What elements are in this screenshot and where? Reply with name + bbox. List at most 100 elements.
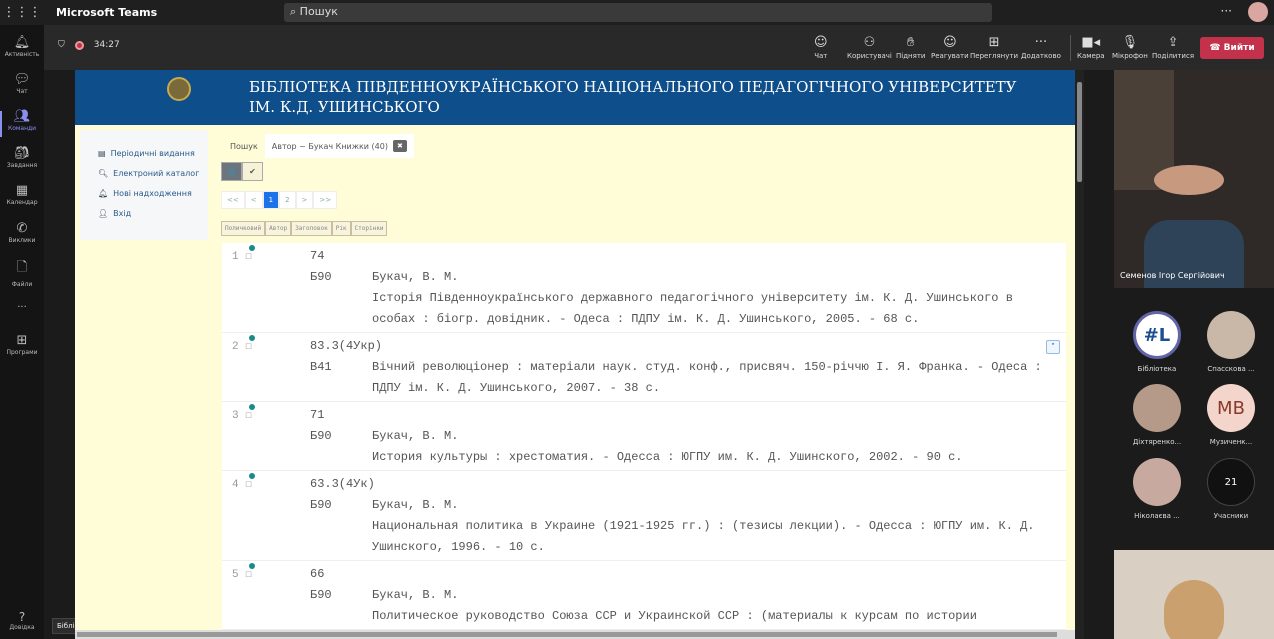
control-label: Поділитися (1152, 52, 1195, 60)
rail-assignments[interactable]: 🎒︎ Завдання (0, 146, 44, 169)
avatar (1133, 384, 1181, 432)
record-number[interactable]: 2 ☐ (232, 339, 252, 353)
react-button[interactable]: ☺ Реагувати (931, 35, 969, 60)
author: Букач, В. М. (372, 588, 459, 602)
rail-chat[interactable]: 💬︎ Чат (0, 72, 44, 95)
teams-title-bar: ⋮⋮⋮ Microsoft Teams ⌕ Пошук ··· (0, 0, 1274, 25)
recording-icon (74, 40, 84, 50)
copy-icon[interactable]: ▪ (1046, 340, 1060, 354)
mic-button[interactable]: 🎙︎ Мікрофон (1112, 35, 1148, 60)
people-button[interactable]: ⚇ Користувачі (847, 35, 892, 60)
vertical-scrollbar[interactable] (1075, 70, 1084, 639)
title-line: ІМ. К.Д. УШИНСЬКОГО (249, 98, 440, 116)
horizontal-scrollbar[interactable] (75, 630, 1075, 639)
participant-tile[interactable]: Ніколаєва ... (1122, 458, 1192, 520)
description: Политическое руководство Союза ССР и Укр… (372, 609, 977, 623)
sort-shelf[interactable]: Поличковий (221, 221, 266, 236)
leave-button[interactable]: ☎ Вийти (1200, 37, 1264, 59)
help-button[interactable]: ? Довідка (0, 610, 44, 631)
search-input[interactable]: ⌕ Пошук (284, 3, 992, 22)
rail-more[interactable]: ··· (0, 302, 44, 313)
participant-tile[interactable]: #L Бібліотека (1122, 311, 1192, 373)
face (1154, 165, 1224, 195)
avatar (1207, 311, 1255, 359)
page-1[interactable]: 1 (262, 191, 280, 209)
raise-hand-button[interactable]: ✋︎ Підняти (896, 35, 925, 60)
rail-label: Активність (4, 51, 40, 58)
author: Букач, В. М. (372, 270, 459, 284)
page-prev[interactable]: < (244, 191, 263, 209)
people-icon: ⚇ (863, 35, 876, 50)
rail-files[interactable]: 🗋 Файли (0, 258, 44, 288)
results-list: 1 ☐ 74 Б90 Букач, В. М. Історія Південноу… (222, 243, 1066, 630)
self-video[interactable] (1114, 550, 1274, 639)
main-video[interactable]: Семенов Ігор Сергійович (1114, 70, 1274, 288)
sort-author[interactable]: Автор (265, 221, 292, 236)
chat-button[interactable]: ☺ Чат (814, 35, 828, 60)
close-icon[interactable]: ✖ (392, 140, 407, 152)
control-label: Додатково (1021, 52, 1061, 60)
rail-apps[interactable]: ⊞ Програми (0, 333, 44, 356)
app-launcher-icon[interactable]: ⋮⋮⋮ (0, 5, 44, 20)
participant-tile[interactable]: Діхтяренко... (1122, 384, 1192, 446)
view-button[interactable]: ⊞ Переглянути (970, 35, 1018, 60)
select-all-button[interactable]: ✔ (242, 162, 263, 181)
record-number[interactable]: 1 ☐ (232, 249, 252, 263)
menu-label: Електроний каталог (113, 169, 200, 178)
menu-login[interactable]: 👤︎ Вхід (80, 204, 208, 224)
page-2[interactable]: 2 (279, 191, 296, 209)
tab-search[interactable]: Пошук (223, 136, 265, 157)
participants-button[interactable]: 21 Учасники (1196, 458, 1266, 520)
list-item: 5 ☐ 66 Б90 Букач, В. М. Политическое руко… (222, 561, 1066, 630)
page-next[interactable]: > (295, 191, 314, 209)
rail-label: Виклики (8, 237, 36, 244)
menu-catalog[interactable]: 🔍︎ Електроний каталог (80, 164, 208, 184)
avatar: #L (1133, 311, 1181, 359)
menu-periodicals[interactable]: ▤ Періодичні видання (80, 144, 208, 164)
sort-year[interactable]: Рік (331, 221, 351, 236)
share-button[interactable]: ⇪ Поділитися (1152, 35, 1194, 60)
apps-icon: ⊞ (16, 333, 28, 348)
control-label: Користувачі (847, 52, 892, 60)
rail-activity[interactable]: 🔔︎ Активність (0, 35, 44, 58)
participant-tile[interactable]: Спасскова ... (1196, 311, 1266, 373)
sort-pages[interactable]: Сторінки (350, 221, 388, 236)
participant-name: Учасники (1213, 512, 1249, 520)
scroll-thumb[interactable] (1077, 82, 1082, 182)
page-first[interactable]: << (221, 191, 245, 209)
shield-icon: ⛉ (58, 40, 65, 50)
menu-label: Нові надходження (113, 189, 192, 198)
description: Национальная политика в Украине (1921-19… (372, 519, 1035, 554)
tab-results[interactable]: Автор ~ Букач Книжки (40) ✖ (264, 134, 414, 158)
site-sidebar: ▤ Періодичні видання 🔍︎ Електроний каталог… (80, 130, 208, 240)
shelf-code: 83.3(4Укр) (310, 339, 383, 353)
more-options-button[interactable]: ··· (1221, 4, 1232, 18)
participant-tile[interactable]: MB Музиченк... (1196, 384, 1266, 446)
author-code: Б90 (310, 270, 332, 284)
record-number[interactable]: 4 ☐ (232, 477, 252, 491)
scroll-thumb[interactable] (77, 632, 1057, 637)
app-name: Microsoft Teams (56, 6, 158, 19)
more-button[interactable]: ··· Додатково (1021, 35, 1061, 60)
record-number[interactable]: 5 ☐ (232, 567, 252, 581)
help-label: Довідка (9, 624, 35, 631)
menu-new-arrivals[interactable]: 🔔︎ Нові надходження (80, 184, 208, 204)
rail-calls[interactable]: ✆ Виклики (0, 221, 44, 244)
rail-calendar[interactable]: ▦ Календар (0, 183, 44, 206)
tabs: Пошук Автор ~ Букач Книжки (40) ✖ (223, 134, 414, 158)
camera-button[interactable]: ■◂ Камера (1077, 35, 1105, 60)
pin-icon (249, 245, 255, 251)
avatar[interactable] (1248, 2, 1268, 22)
rail-teams[interactable]: 👥︎ Команди (0, 109, 44, 137)
sort-title[interactable]: Заголовок (291, 221, 332, 236)
tab-label: Автор ~ Букач Книжки (40) (271, 141, 388, 151)
control-label: Підняти (896, 52, 926, 60)
participant-name: Бібліотека (1137, 365, 1177, 373)
record-number[interactable]: 3 ☐ (232, 408, 252, 422)
avatar (1133, 458, 1181, 506)
print-button[interactable]: ⎙ (221, 162, 242, 181)
divider (1070, 35, 1071, 61)
shelf-code: 63.3(4Ук) (310, 477, 375, 491)
participant-name: Музиченк... (1209, 438, 1253, 446)
page-last[interactable]: >> (313, 191, 338, 209)
